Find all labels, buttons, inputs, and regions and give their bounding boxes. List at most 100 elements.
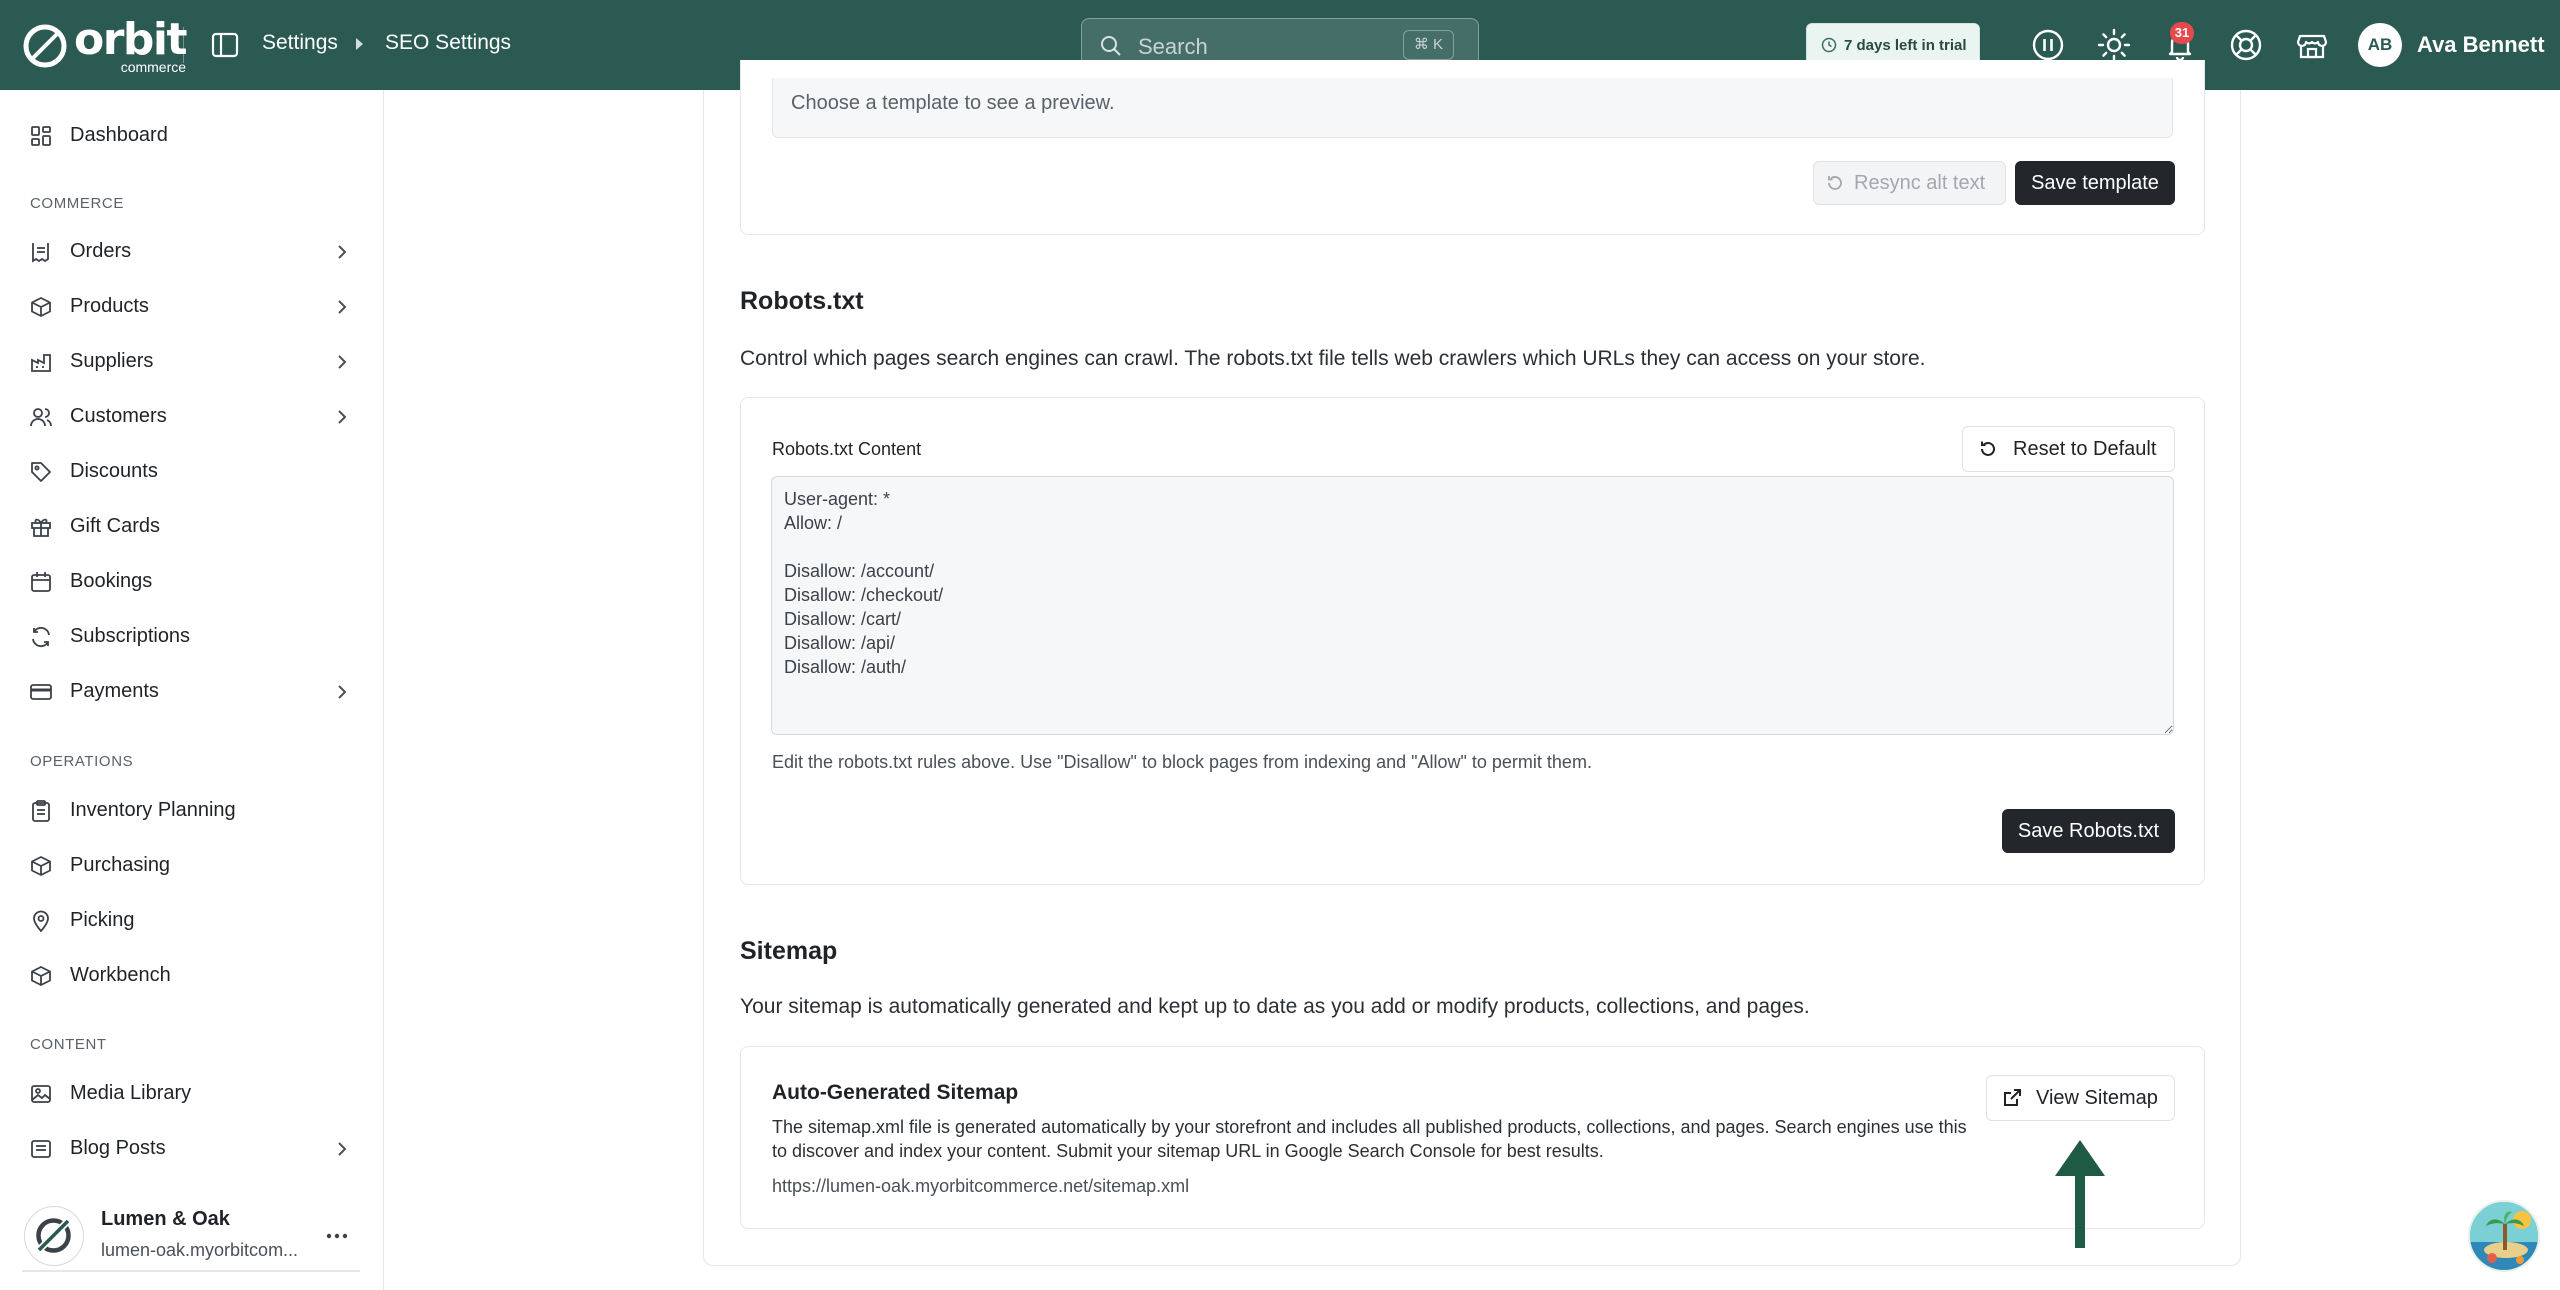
chevron-right-icon (338, 685, 347, 699)
sidebar-item-picking[interactable]: Picking (0, 896, 384, 946)
sitemap-card-title: Auto-Generated Sitemap (772, 1081, 1019, 1104)
user-name[interactable]: Ava Bennett (2417, 32, 2545, 58)
sidebar-item-blog-posts[interactable]: Blog Posts (0, 1124, 384, 1174)
robots-title: Robots.txt (740, 287, 864, 315)
storefront-icon[interactable] (2295, 28, 2329, 62)
tag-icon (31, 462, 51, 482)
orders-icon (32, 243, 49, 263)
external-link-icon (2004, 1089, 2021, 1106)
sidebar-item-products[interactable]: Products (0, 282, 384, 332)
products-box-icon (31, 297, 51, 317)
sitemap-title: Sitemap (740, 937, 838, 965)
brand-subtitle: commerce (120, 59, 187, 75)
section-operations: OPERATIONS (30, 753, 134, 770)
image-icon (31, 1085, 51, 1103)
calendar-icon (31, 572, 51, 592)
trial-label: 7 days left in trial (1844, 36, 1967, 54)
sidebar-item-label: Discounts (70, 460, 158, 482)
sidebar: Dashboard COMMERCE Orders Products Suppl… (0, 90, 384, 1290)
dashboard-icon (31, 126, 51, 146)
store-logo-icon (36, 1218, 71, 1253)
sidebar-item-workbench[interactable]: Workbench (0, 951, 384, 1001)
resync-alt-text-button[interactable]: Resync alt text (1813, 161, 2006, 205)
purchasing-box-icon (31, 856, 51, 876)
section-content: CONTENT (30, 1036, 107, 1053)
robots-field-label: Robots.txt Content (772, 439, 922, 459)
sidebar-toggle-icon[interactable] (210, 30, 240, 60)
sidebar-item-inventory-planning[interactable]: Inventory Planning (0, 786, 384, 836)
sidebar-item-label: Workbench (70, 964, 171, 986)
store-logo[interactable] (24, 1206, 84, 1266)
sidebar-item-bookings[interactable]: Bookings (0, 557, 384, 607)
user-avatar[interactable]: AB (2358, 23, 2402, 67)
pause-icon[interactable] (2031, 28, 2065, 62)
robots-description: Control which pages search engines can c… (740, 347, 1926, 370)
sidebar-item-label: Gift Cards (70, 515, 161, 537)
credit-card-icon (30, 684, 52, 700)
template-preview: Choose a template to see a preview. (772, 78, 2173, 138)
customers-icon (30, 408, 52, 427)
sun-icon[interactable] (2097, 28, 2131, 62)
search-icon (1101, 36, 1121, 56)
pointer-arrow-icon (2055, 1140, 2105, 1248)
assistant-launcher[interactable] (2468, 1200, 2540, 1272)
sidebar-item-customers[interactable]: Customers (0, 392, 384, 442)
breadcrumb-separator-icon (356, 38, 363, 50)
map-pin-icon (33, 910, 49, 932)
suppliers-icon (31, 354, 51, 372)
save-robots-button[interactable]: Save Robots.txt (2002, 809, 2175, 853)
blog-icon (31, 1140, 51, 1158)
sidebar-item-orders[interactable]: Orders (0, 227, 384, 277)
brand-logo[interactable]: orbit commerce (22, 14, 188, 75)
breadcrumb-current: SEO Settings (385, 31, 512, 54)
preview-placeholder: Choose a template to see a preview. (791, 92, 1115, 114)
view-sitemap-label: View Sitemap (2036, 1086, 2158, 1109)
robots-content-textarea[interactable]: User-agent: * Allow: / Disallow: /accoun… (771, 476, 2174, 735)
sidebar-item-label: Purchasing (70, 854, 171, 876)
sidebar-item-label: Dashboard (70, 124, 168, 146)
sitemap-card-description: The sitemap.xml file is generated automa… (772, 1117, 1967, 1161)
sidebar-item-payments[interactable]: Payments (0, 667, 384, 717)
reset-label: Reset to Default (2013, 437, 2157, 460)
sidebar-item-label: Media Library (70, 1082, 192, 1104)
view-sitemap-button[interactable]: View Sitemap (1986, 1075, 2175, 1121)
sidebar-item-dashboard[interactable]: Dashboard (0, 111, 384, 161)
beach-island-icon (2470, 1202, 2538, 1270)
help-lifebuoy-icon[interactable] (2229, 28, 2263, 62)
breadcrumb-settings[interactable]: Settings (262, 31, 338, 55)
brand-name: orbit (74, 14, 188, 65)
chevron-right-icon (338, 355, 347, 369)
orbit-logo-icon (23, 24, 67, 68)
sidebar-item-gift-cards[interactable]: Gift Cards (0, 502, 384, 552)
store-name[interactable]: Lumen & Oak (101, 1208, 230, 1231)
workbench-icon (31, 966, 51, 986)
search-placeholder: Search (1138, 34, 1208, 59)
sidebar-item-media-library[interactable]: Media Library (0, 1069, 384, 1119)
clipboard-icon (32, 800, 50, 822)
more-options-icon[interactable] (323, 1222, 351, 1250)
notification-badge: 31 (2170, 22, 2194, 44)
chevron-right-icon (338, 300, 347, 314)
chevron-right-icon (338, 410, 347, 424)
sidebar-item-label: Customers (70, 405, 167, 427)
sidebar-item-label: Inventory Planning (70, 799, 236, 821)
sitemap-url[interactable]: https://lumen-oak.myorbitcommerce.net/si… (772, 1176, 1189, 1197)
sidebar-item-label: Blog Posts (70, 1137, 166, 1159)
sidebar-item-suppliers[interactable]: Suppliers (0, 337, 384, 387)
sidebar-item-purchasing[interactable]: Purchasing (0, 841, 384, 891)
store-url: lumen-oak.myorbitcom... (101, 1240, 299, 1260)
sidebar-item-discounts[interactable]: Discounts (0, 447, 384, 497)
sidebar-item-subscriptions[interactable]: Subscriptions (0, 612, 384, 662)
resync-label: Resync alt text (1854, 171, 1986, 194)
sidebar-item-label: Suppliers (70, 350, 154, 372)
save-template-button[interactable]: Save template (2015, 161, 2175, 205)
sidebar-item-label: Subscriptions (70, 625, 191, 647)
chevron-right-icon (338, 245, 347, 259)
sidebar-item-label: Picking (70, 909, 135, 931)
gift-icon (31, 518, 51, 537)
chevron-right-icon (338, 1142, 347, 1156)
rotate-left-icon (1981, 441, 1995, 456)
clock-icon (1821, 37, 1837, 53)
rotate-icon (1828, 176, 1842, 190)
reset-to-default-button[interactable]: Reset to Default (1962, 426, 2175, 472)
